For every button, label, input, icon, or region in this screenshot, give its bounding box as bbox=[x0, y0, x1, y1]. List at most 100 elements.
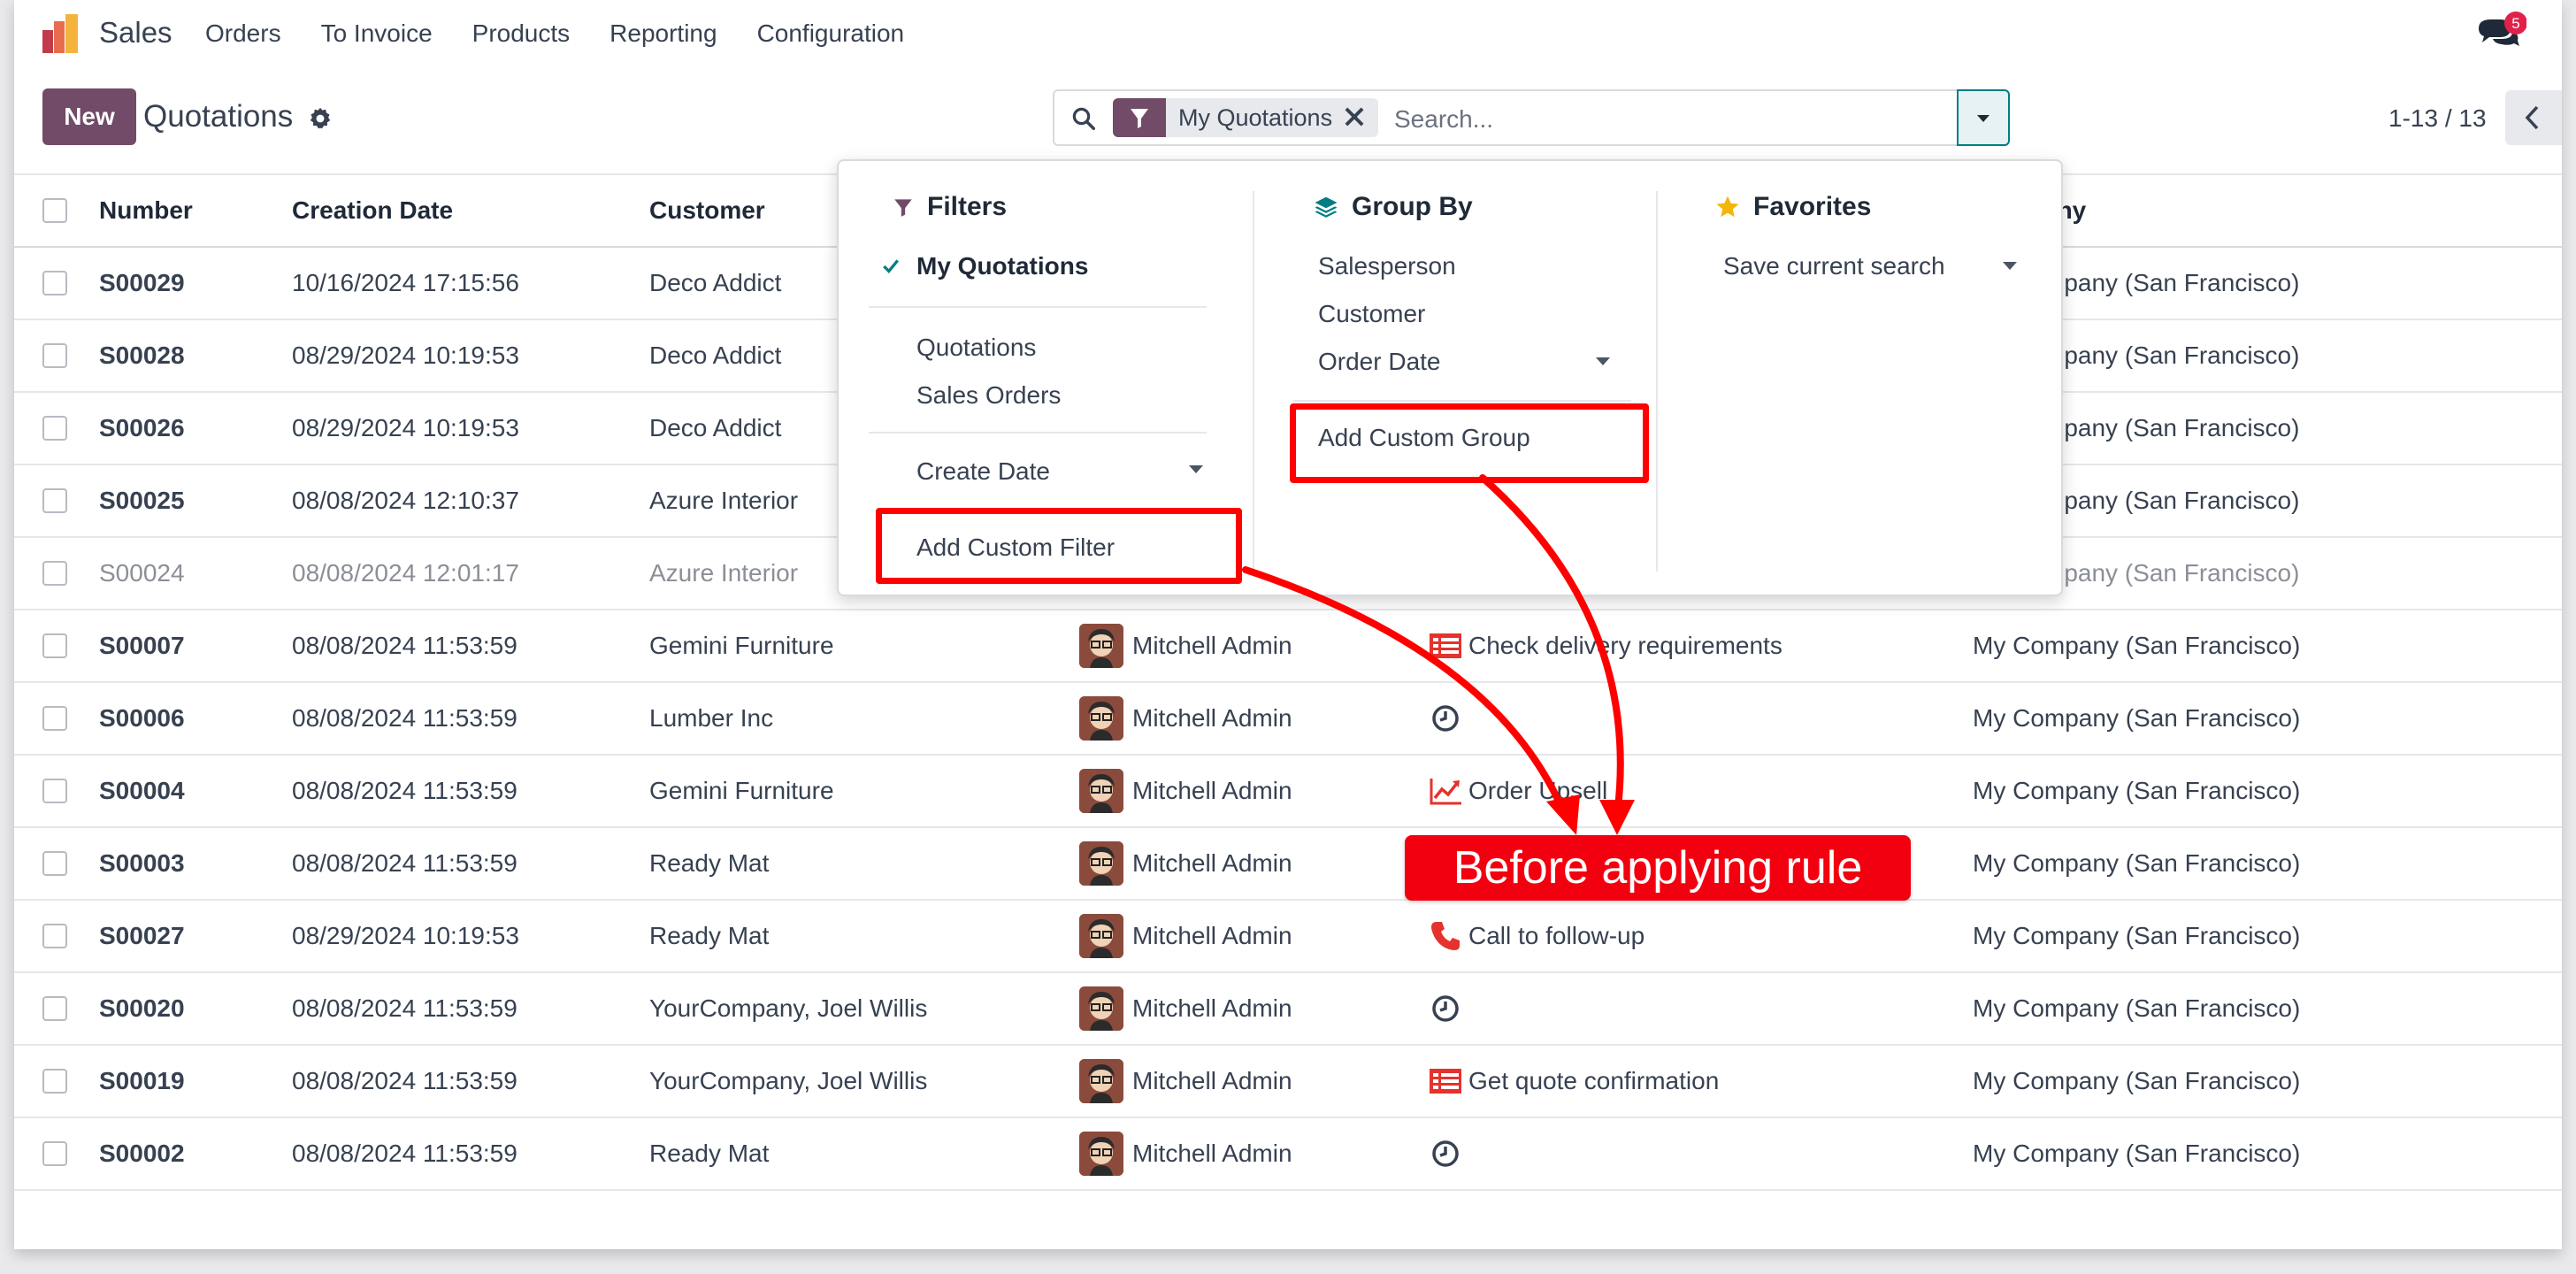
avatar[interactable] bbox=[1079, 696, 1123, 741]
avatar[interactable] bbox=[1079, 986, 1123, 1031]
menu-to-invoice[interactable]: To Invoice bbox=[321, 19, 433, 48]
row-checkbox[interactable] bbox=[42, 488, 67, 513]
row-activity-summary: Call to follow-up bbox=[1468, 922, 1645, 949]
funnel-icon bbox=[1131, 109, 1148, 128]
select-all-checkbox[interactable] bbox=[42, 198, 67, 223]
row-checkbox-cell bbox=[42, 973, 67, 1044]
table-row[interactable]: S00003 08/08/2024 11:53:59 Ready Mat Mitche… bbox=[14, 828, 2562, 901]
sales-app-logo[interactable] bbox=[41, 14, 83, 55]
close-icon[interactable] bbox=[1343, 105, 1366, 128]
row-activity[interactable] bbox=[1428, 973, 1468, 1044]
row-company: My Company (San Francisco) bbox=[1973, 1140, 2301, 1167]
filter-quotations[interactable]: Quotations bbox=[916, 324, 1036, 372]
app-brand[interactable]: Sales bbox=[99, 16, 172, 50]
row-checkbox[interactable] bbox=[42, 996, 67, 1021]
row-customer: Azure Interior bbox=[649, 559, 799, 587]
row-checkbox-cell bbox=[42, 610, 67, 681]
row-checkbox[interactable] bbox=[42, 416, 67, 441]
caret-down-icon[interactable] bbox=[1596, 357, 1610, 365]
save-current-search[interactable]: Save current search bbox=[1723, 242, 1945, 290]
row-activity[interactable] bbox=[1428, 683, 1468, 754]
gear-icon[interactable] bbox=[308, 106, 333, 131]
highlight-inner bbox=[1296, 410, 1643, 477]
chart-line-icon[interactable] bbox=[1428, 773, 1463, 809]
filter-my-quotations[interactable]: My Quotations bbox=[916, 242, 1088, 290]
group-by-salesperson[interactable]: Salesperson bbox=[1318, 242, 1456, 290]
new-button[interactable]: New bbox=[42, 88, 136, 145]
menu-configuration[interactable]: Configuration bbox=[757, 19, 905, 48]
column-divider bbox=[1253, 191, 1254, 572]
avatar[interactable] bbox=[1079, 624, 1123, 668]
highlight-inner bbox=[882, 514, 1236, 578]
row-salesperson-name: Mitchell Admin bbox=[1132, 994, 1292, 1022]
row-checkbox[interactable] bbox=[42, 1141, 67, 1166]
clock-icon[interactable] bbox=[1428, 991, 1463, 1026]
row-activity[interactable]: Call to follow-up bbox=[1428, 901, 1644, 971]
avatar[interactable] bbox=[1079, 914, 1123, 958]
header-number[interactable]: Number bbox=[99, 175, 193, 246]
row-creation-date: 08/08/2024 11:53:59 bbox=[292, 994, 518, 1022]
row-checkbox[interactable] bbox=[42, 924, 67, 948]
row-salesperson: Mitchell Admin bbox=[1079, 901, 1292, 971]
row-activity[interactable]: Order Upsell bbox=[1428, 756, 1607, 826]
row-company: mpany (San Francisco) bbox=[2043, 414, 2300, 441]
row-customer: YourCompany, Joel Willis bbox=[649, 1067, 928, 1094]
menu-products[interactable]: Products bbox=[472, 19, 571, 48]
facet-filter-icon bbox=[1113, 98, 1166, 137]
phone-icon[interactable] bbox=[1428, 918, 1463, 954]
table-row[interactable]: S00004 08/08/2024 11:53:59 Gemini Furnitur… bbox=[14, 756, 2562, 828]
avatar[interactable] bbox=[1079, 1059, 1123, 1103]
row-checkbox-cell bbox=[42, 248, 67, 318]
row-checkbox-cell bbox=[42, 538, 67, 609]
clock-icon[interactable] bbox=[1428, 701, 1463, 736]
table-row[interactable]: S00007 08/08/2024 11:53:59 Gemini Furnitur… bbox=[14, 610, 2562, 683]
avatar[interactable] bbox=[1079, 769, 1123, 813]
filters-divider-1 bbox=[869, 306, 1207, 308]
funnel-icon bbox=[894, 199, 912, 217]
group-by-customer[interactable]: Customer bbox=[1318, 290, 1425, 338]
search-input[interactable]: Search... bbox=[1394, 105, 1493, 134]
row-activity[interactable]: Check delivery requirements bbox=[1428, 610, 1782, 681]
avatar[interactable] bbox=[1079, 1132, 1123, 1176]
filters-divider-2 bbox=[869, 432, 1207, 434]
header-customer[interactable]: Customer bbox=[649, 175, 765, 246]
header-creation-date[interactable]: Creation Date bbox=[292, 175, 453, 246]
table-row[interactable]: S00006 08/08/2024 11:53:59 Lumber Inc Mitch… bbox=[14, 683, 2562, 756]
todo-icon[interactable] bbox=[1428, 1063, 1463, 1099]
caret-down-icon[interactable] bbox=[2003, 262, 2017, 270]
table-row[interactable]: S00019 08/08/2024 11:53:59 YourCompany, Jo… bbox=[14, 1046, 2562, 1118]
row-checkbox[interactable] bbox=[42, 779, 67, 803]
row-number: S00026 bbox=[99, 414, 185, 441]
menu-reporting[interactable]: Reporting bbox=[610, 19, 717, 48]
row-checkbox[interactable] bbox=[42, 706, 67, 731]
menu-orders[interactable]: Orders bbox=[205, 19, 281, 48]
filter-sales-orders[interactable]: Sales Orders bbox=[916, 372, 1061, 419]
search-bar[interactable]: My Quotations Search... bbox=[1053, 89, 2010, 146]
caret-down-icon[interactable] bbox=[1189, 465, 1203, 473]
row-activity[interactable] bbox=[1428, 1118, 1468, 1189]
avatar[interactable] bbox=[1079, 841, 1123, 886]
layers-icon bbox=[1315, 196, 1338, 218]
row-checkbox[interactable] bbox=[42, 633, 67, 658]
facet-my-quotations: My Quotations bbox=[1166, 98, 1378, 137]
row-customer: Ready Mat bbox=[649, 849, 770, 877]
table-row[interactable]: S00002 08/08/2024 11:53:59 Ready Mat Mitche… bbox=[14, 1118, 2562, 1191]
pager-previous-button[interactable] bbox=[2505, 90, 2562, 145]
annotation-label: Before applying rule bbox=[1405, 835, 1911, 901]
clock-icon[interactable] bbox=[1428, 1136, 1463, 1171]
row-checkbox[interactable] bbox=[42, 343, 67, 368]
table-row[interactable]: S00020 08/08/2024 11:53:59 YourCompany, Jo… bbox=[14, 973, 2562, 1046]
todo-icon[interactable] bbox=[1428, 628, 1463, 664]
filter-create-date[interactable]: Create Date bbox=[916, 448, 1050, 495]
table-row[interactable]: S00027 08/29/2024 10:19:53 Ready Mat Mitche… bbox=[14, 901, 2562, 973]
select-all-cell bbox=[42, 175, 67, 246]
row-activity[interactable]: Get quote confirmation bbox=[1428, 1046, 1719, 1117]
group-by-order-date[interactable]: Order Date bbox=[1318, 338, 1441, 386]
row-checkbox[interactable] bbox=[42, 851, 67, 876]
row-checkbox[interactable] bbox=[42, 271, 67, 295]
row-checkbox[interactable] bbox=[42, 561, 67, 586]
search-panel-toggle[interactable] bbox=[1957, 89, 2010, 146]
pager-value[interactable]: 1-13 / 13 bbox=[2388, 104, 2487, 133]
chat-icon[interactable]: 5 bbox=[2473, 11, 2526, 53]
row-checkbox[interactable] bbox=[42, 1069, 67, 1094]
